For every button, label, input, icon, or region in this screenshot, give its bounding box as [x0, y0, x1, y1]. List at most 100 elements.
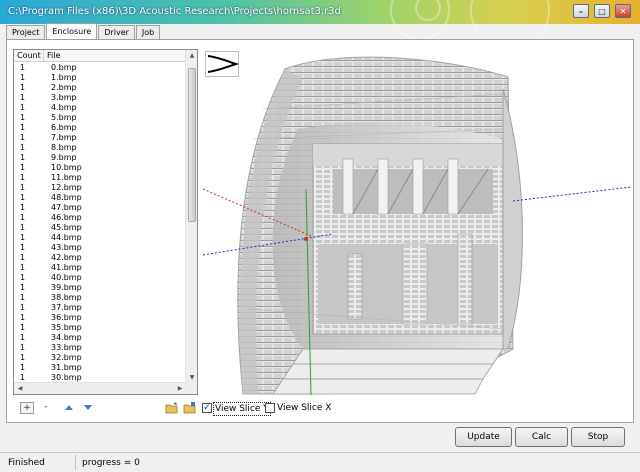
list-item[interactable]: 1 36.bmp: [14, 313, 186, 323]
file-count: 1: [20, 173, 26, 182]
list-item[interactable]: 1 8.bmp: [14, 143, 186, 153]
app-window: C:\Program Files (x86)\3D Acoustic Resea…: [0, 0, 640, 472]
scrollbar-thumb[interactable]: [188, 68, 196, 222]
file-count: 1: [20, 143, 26, 152]
status-separator: [75, 455, 76, 470]
file-name: 4.bmp: [51, 103, 77, 112]
list-item[interactable]: 1 2.bmp: [14, 83, 186, 93]
file-count: 1: [20, 213, 26, 222]
file-count: 1: [20, 223, 26, 232]
list-item[interactable]: 1 48.bmp: [14, 193, 186, 203]
file-name: 6.bmp: [51, 123, 77, 132]
status-bar: Finished progress = 0: [0, 452, 640, 472]
calc-button[interactable]: Calc: [515, 427, 568, 447]
list-item[interactable]: 1 10.bmp: [14, 163, 186, 173]
list-item[interactable]: 1 9.bmp: [14, 153, 186, 163]
list-item[interactable]: 1 7.bmp: [14, 133, 186, 143]
arrow-up-icon: [65, 405, 73, 410]
list-item[interactable]: 1 47.bmp: [14, 203, 186, 213]
file-count: 1: [20, 233, 26, 242]
save-folder-icon[interactable]: [183, 402, 197, 414]
view-slice-x-label[interactable]: View Slice X: [277, 402, 331, 414]
tab-enclosure[interactable]: Enclosure: [46, 23, 98, 39]
minimize-button[interactable]: –: [573, 4, 589, 18]
file-count: 1: [20, 203, 26, 212]
list-item[interactable]: 1 41.bmp: [14, 263, 186, 273]
list-item[interactable]: 1 34.bmp: [14, 333, 186, 343]
view-slice-x-checkbox[interactable]: [265, 403, 275, 413]
update-button[interactable]: Update: [455, 427, 512, 447]
file-count: 1: [20, 343, 26, 352]
file-name: 45.bmp: [51, 223, 82, 232]
column-header-count[interactable]: Count: [14, 50, 44, 61]
list-item[interactable]: 1 12.bmp: [14, 183, 186, 193]
title-bar[interactable]: C:\Program Files (x86)\3D Acoustic Resea…: [0, 0, 640, 50]
file-count: 1: [20, 303, 26, 312]
list-item[interactable]: 1 42.bmp: [14, 253, 186, 263]
remove-file-button[interactable]: -: [39, 402, 53, 414]
list-item[interactable]: 1 3.bmp: [14, 93, 186, 103]
list-item[interactable]: 1 1.bmp: [14, 73, 186, 83]
list-item[interactable]: 1 45.bmp: [14, 223, 186, 233]
list-item[interactable]: 1 33.bmp: [14, 343, 186, 353]
tab-driver[interactable]: Driver: [98, 25, 135, 39]
open-folder-icon[interactable]: [165, 402, 179, 414]
list-item[interactable]: 1 44.bmp: [14, 233, 186, 243]
close-button[interactable]: ✕: [615, 4, 631, 18]
view-slice-y-label[interactable]: View Slice Y: [213, 402, 271, 416]
status-text: Finished: [8, 458, 45, 468]
horizontal-scrollbar[interactable]: ◀ ▶: [14, 382, 186, 394]
list-item[interactable]: 1 11.bmp: [14, 173, 186, 183]
close-icon: ✕: [619, 6, 627, 16]
file-count: 1: [20, 293, 26, 302]
tab-job[interactable]: Job: [135, 25, 161, 39]
list-item[interactable]: 1 37.bmp: [14, 303, 186, 313]
file-name: 9.bmp: [51, 153, 77, 162]
list-item[interactable]: 1 40.bmp: [14, 273, 186, 283]
list-item[interactable]: 1 39.bmp: [14, 283, 186, 293]
move-down-button[interactable]: [81, 402, 95, 414]
list-item[interactable]: 1 31.bmp: [14, 363, 186, 373]
file-count: 1: [20, 183, 26, 192]
file-name: 12.bmp: [51, 183, 82, 192]
list-item[interactable]: 1 43.bmp: [14, 243, 186, 253]
file-count: 1: [20, 353, 26, 362]
origin-marker: [304, 237, 308, 241]
scroll-left-icon[interactable]: ◀: [14, 383, 26, 394]
vertical-scrollbar[interactable]: ▲ ▼: [185, 50, 197, 384]
move-up-button[interactable]: [62, 402, 76, 414]
list-item[interactable]: 1 35.bmp: [14, 323, 186, 333]
tab-project[interactable]: Project: [6, 25, 46, 39]
maximize-button[interactable]: □: [594, 4, 610, 18]
3d-viewport[interactable]: [203, 49, 631, 395]
voxel-model-render: [203, 56, 631, 395]
arrow-down-icon: [84, 405, 92, 410]
add-file-button[interactable]: +: [20, 402, 34, 414]
view-slice-y-checkbox[interactable]: ✓: [202, 403, 212, 413]
file-count: 1: [20, 253, 26, 262]
file-name: 46.bmp: [51, 213, 82, 222]
file-count: 1: [20, 333, 26, 342]
list-item[interactable]: 1 46.bmp: [14, 213, 186, 223]
axis-z-line-right: [512, 186, 631, 202]
file-name: 32.bmp: [51, 353, 82, 362]
stop-button[interactable]: Stop: [571, 427, 625, 447]
list-item[interactable]: 1 38.bmp: [14, 293, 186, 303]
list-item[interactable]: 1 0.bmp: [14, 63, 186, 73]
file-name: 36.bmp: [51, 313, 82, 322]
list-header: Count File: [14, 50, 186, 62]
list-item[interactable]: 1 4.bmp: [14, 103, 186, 113]
column-header-file[interactable]: File: [44, 50, 186, 61]
list-item[interactable]: 1 32.bmp: [14, 353, 186, 363]
scroll-up-icon[interactable]: ▲: [186, 50, 197, 62]
file-count: 1: [20, 263, 26, 272]
file-list[interactable]: Count File 1 0.bmp 1 1.bmp 1 2.bmp 1 3.bmp 1 4.bm…: [13, 49, 198, 395]
file-name: 35.bmp: [51, 323, 82, 332]
file-name: 40.bmp: [51, 273, 82, 282]
file-name: 38.bmp: [51, 293, 82, 302]
window-title: C:\Program Files (x86)\3D Acoustic Resea…: [8, 6, 341, 17]
list-item[interactable]: 1 5.bmp: [14, 113, 186, 123]
file-name: 31.bmp: [51, 363, 82, 372]
list-item[interactable]: 1 6.bmp: [14, 123, 186, 133]
file-name: 42.bmp: [51, 253, 82, 262]
